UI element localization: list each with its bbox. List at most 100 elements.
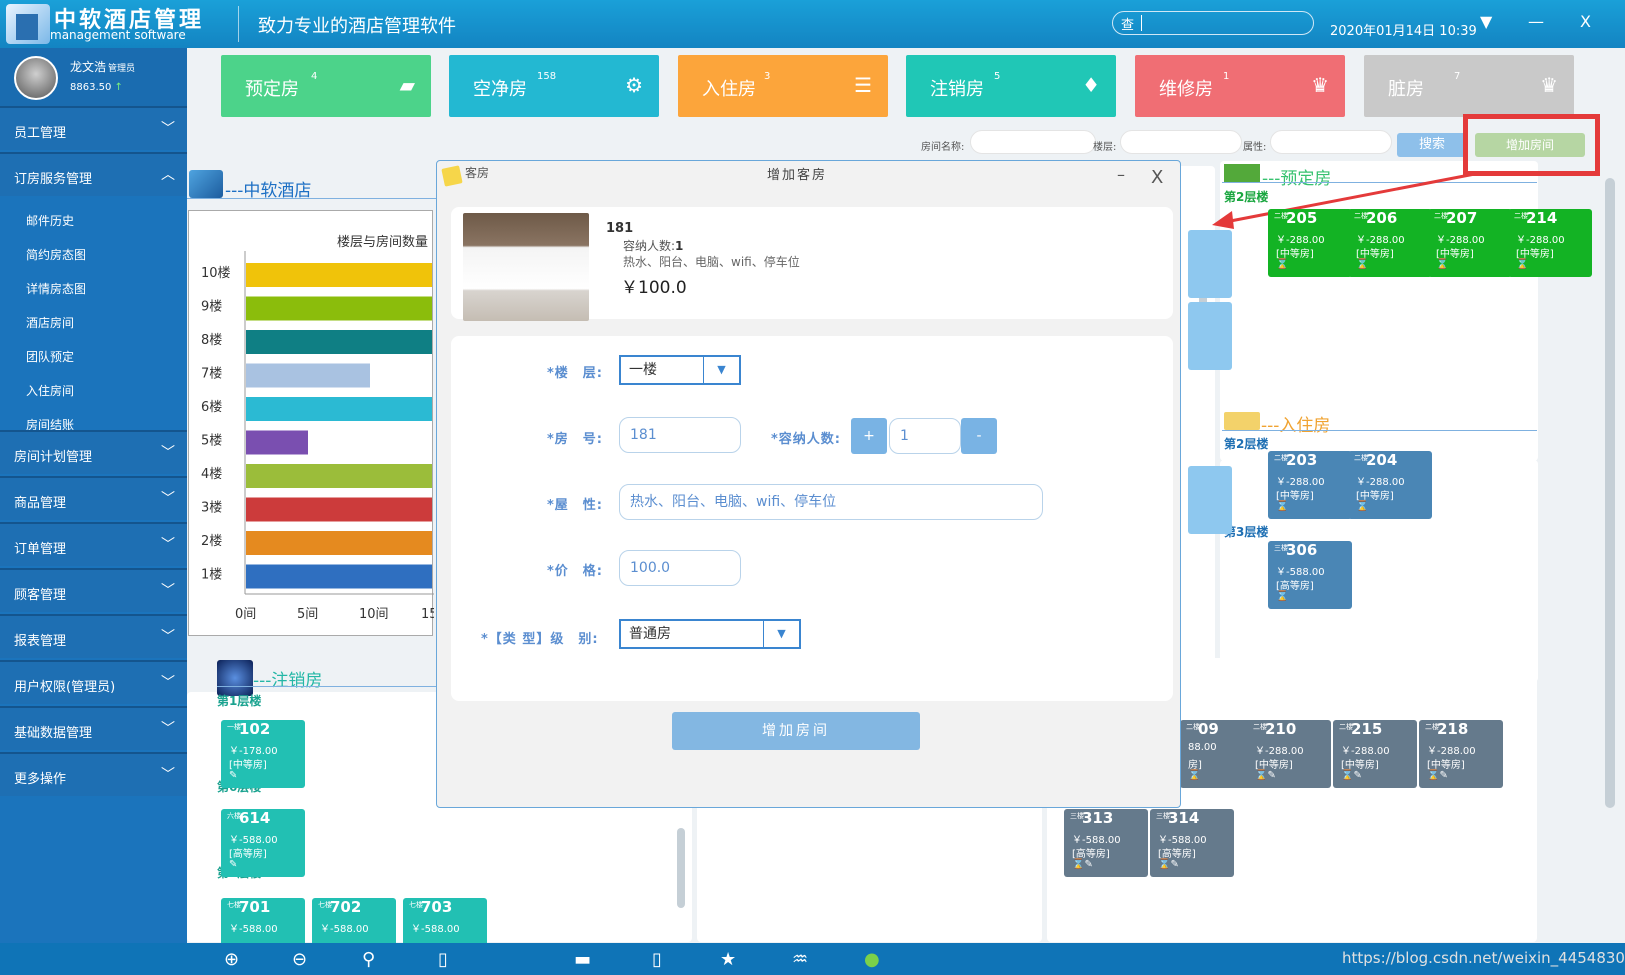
- stat-tile-checkin[interactable]: 入住房 3 ☰: [678, 55, 888, 117]
- stat-tile-maintenance[interactable]: 维修房 1 ♛: [1135, 55, 1345, 117]
- room-price: ￥-288.00: [1255, 746, 1304, 757]
- stat-tile-reserved[interactable]: 预定房 4 ▰: [221, 55, 431, 117]
- dirty-room-card[interactable]: 二楼 218 ￥-288.00 [中等房] ⌛✎: [1419, 720, 1503, 788]
- user-role: 管理员: [108, 64, 136, 74]
- main-scrollbar[interactable]: [1605, 178, 1615, 808]
- submenu-item[interactable]: 入住房间: [26, 382, 74, 399]
- room-price: 88.00: [1188, 742, 1217, 753]
- submenu-item[interactable]: 详情房态图: [26, 280, 86, 297]
- room-price: ￥-588.00: [229, 835, 278, 846]
- reserved-room-card[interactable]: 二楼 214 ￥-288.00 [中等房] ⌛: [1508, 209, 1592, 277]
- floor-input[interactable]: [1120, 130, 1242, 154]
- submenu-item[interactable]: 邮件历史: [26, 212, 74, 229]
- sidebar-item-booking[interactable]: 订房服务管理 ︿: [0, 152, 187, 196]
- add-room-dialog: 客房 增加客房 – X 181 容纳人数:1 热水、阳台、电脑、wifi、停车位…: [436, 160, 1181, 808]
- room-number: 313: [1082, 809, 1114, 827]
- cancelled-scrollbar[interactable]: [677, 828, 685, 908]
- dialog-minimize-button[interactable]: –: [1117, 165, 1125, 184]
- dialog-close-button[interactable]: X: [1151, 167, 1163, 188]
- plus-circle-icon[interactable]: ⊕: [224, 949, 239, 970]
- stat-tile-cancelled[interactable]: 注销房 5 ♦: [906, 55, 1116, 117]
- sidebar-item-orders[interactable]: 订单管理 ﹀: [0, 522, 187, 566]
- reserved-room-card[interactable]: 二楼 205 ￥-288.00 [中等房] ⌛: [1268, 209, 1352, 277]
- search-button[interactable]: 搜索: [1397, 133, 1467, 157]
- add-room-submit-button[interactable]: 增加房间: [672, 712, 920, 750]
- room-card-partial[interactable]: [1188, 230, 1232, 298]
- capacity-minus-button[interactable]: -: [961, 418, 997, 454]
- room-card-partial[interactable]: [1188, 466, 1232, 534]
- dirty-room-card[interactable]: 二楼 210 ￥-288.00 [中等房] ⌛✎: [1247, 720, 1331, 788]
- psp-icon[interactable]: ▬: [574, 949, 591, 970]
- capacity-plus-button[interactable]: +: [851, 418, 887, 454]
- globe-icon[interactable]: ●: [864, 949, 880, 970]
- chart-category-label: 2楼: [201, 534, 222, 549]
- room-type: [中等房]: [1356, 491, 1394, 502]
- room-name-input[interactable]: [970, 130, 1096, 154]
- checkin-room-card[interactable]: 三楼 306 ￥-588.00 [高等房] ⌛: [1268, 541, 1352, 609]
- dropdown-icon[interactable]: ▼: [1480, 12, 1492, 31]
- mic-icon[interactable]: ♒: [792, 949, 808, 970]
- submenu-item[interactable]: 酒店房间: [26, 314, 74, 331]
- list-icon: ☰: [854, 73, 872, 97]
- submenu-item[interactable]: 团队预定: [26, 348, 74, 365]
- room-number: 206: [1366, 209, 1398, 227]
- dirty-room-card[interactable]: 二楼 215 ￥-288.00 [中等房] ⌛✎: [1333, 720, 1417, 788]
- attr-input[interactable]: 热水、阳台、电脑、wifi、停车位: [619, 484, 1043, 520]
- sidebar-item-more[interactable]: 更多操作 ﹀: [0, 752, 187, 796]
- stat-tile-dirty[interactable]: 脏房 7 ♛: [1364, 55, 1574, 117]
- checkin-room-card[interactable]: 二楼 203 ￥-288.00 [中等房] ⌛: [1268, 451, 1352, 519]
- room-card-partial[interactable]: [1188, 302, 1232, 370]
- floor-select[interactable]: 一楼 ▼: [619, 355, 741, 385]
- balance-value: 8863.50: [70, 82, 112, 93]
- header-divider: [238, 6, 239, 42]
- cancelled-room-card[interactable]: 六楼 614 ￥-588.00 [高等房] ✎: [221, 809, 305, 877]
- attr-input[interactable]: [1270, 130, 1392, 154]
- dirty-room-card[interactable]: 三楼 313 ￥-588.00 [高等房] ⌛✎: [1064, 809, 1148, 877]
- slogan: 致力专业的酒店管理软件: [258, 16, 456, 37]
- sidebar-item-staff[interactable]: 员工管理 ﹀: [0, 106, 187, 150]
- sidebar-item-label: 基础数据管理: [14, 726, 93, 741]
- checkin-room-card[interactable]: 二楼 204 ￥-288.00 [中等房] ⌛: [1348, 451, 1432, 519]
- close-button[interactable]: X: [1580, 12, 1591, 31]
- reserved-room-card[interactable]: 二楼 207 ￥-288.00 [中等房] ⌛: [1428, 209, 1512, 277]
- dirty-room-card[interactable]: 三楼 314 ￥-588.00 [高等房] ⌛✎: [1150, 809, 1234, 877]
- stat-name: 注销房: [930, 79, 984, 100]
- stat-tile-vacant[interactable]: 空净房 158 ⚙: [449, 55, 659, 117]
- room-number-input[interactable]: 181: [619, 417, 741, 453]
- type-select[interactable]: 普通房 ▼: [619, 619, 801, 649]
- sidebar-item-customers[interactable]: 顾客管理 ﹀: [0, 568, 187, 612]
- preview-capacity-label: 容纳人数:: [623, 239, 676, 253]
- stat-count: 158: [537, 71, 557, 82]
- avatar[interactable]: [14, 56, 58, 100]
- sidebar-item-room-plan[interactable]: 房间计划管理 ﹀: [0, 430, 187, 474]
- room-type: [高等房]: [229, 849, 267, 860]
- preview-price: ￥100.0: [621, 278, 687, 298]
- trophy-icon: ♛: [1540, 73, 1558, 97]
- price-input[interactable]: 100.0: [619, 550, 741, 586]
- minus-circle-icon[interactable]: ⊖: [292, 949, 307, 970]
- cancelled-room-card[interactable]: 一楼 102 ￥-178.00 [中等房] ✎: [221, 720, 305, 788]
- reserved-room-card[interactable]: 二楼 206 ￥-288.00 [中等房] ⌛: [1348, 209, 1432, 277]
- tablet-icon[interactable]: ▯: [652, 949, 662, 970]
- chart-x-tick-label: 0间: [235, 607, 256, 622]
- minimize-button[interactable]: —: [1528, 12, 1544, 31]
- sidebar-item-permissions[interactable]: 用户权限(管理员) ﹀: [0, 660, 187, 704]
- phone-icon[interactable]: ▯: [438, 949, 448, 970]
- sidebar-item-goods[interactable]: 商品管理 ﹀: [0, 476, 187, 520]
- capacity-input[interactable]: 1: [889, 418, 961, 454]
- capacity-label: *容纳人数:: [771, 432, 841, 447]
- sidebar-item-reports[interactable]: 报表管理 ﹀: [0, 614, 187, 658]
- room-status-icons: ⌛✎: [1255, 770, 1276, 781]
- star-icon[interactable]: ★: [720, 949, 736, 970]
- search-label: 查: [1121, 18, 1135, 33]
- room-number: 701: [239, 898, 271, 916]
- sidebar-item-label: 订房服务管理: [14, 172, 93, 187]
- chart-bar: [246, 397, 432, 421]
- sidebar-item-base-data[interactable]: 基础数据管理 ﹀: [0, 706, 187, 750]
- room-status-icons: ⌛: [1516, 259, 1529, 270]
- floor-label: 第2层楼: [1224, 437, 1269, 451]
- header-search-input[interactable]: 查: [1112, 11, 1314, 35]
- submenu-item[interactable]: 简约房态图: [26, 246, 86, 263]
- search-icon[interactable]: ⚲: [362, 949, 375, 970]
- room-number: 204: [1366, 451, 1398, 469]
